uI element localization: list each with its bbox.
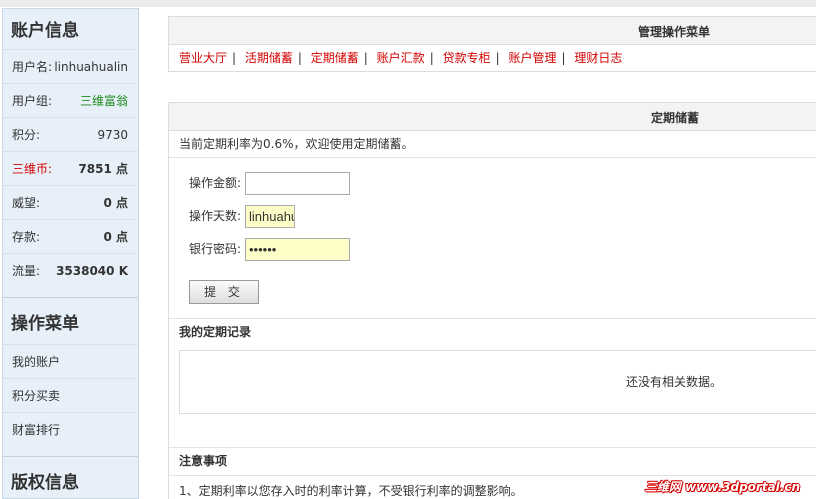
prestige-label: 威望: (12, 196, 41, 210)
records-title: 我的定期记录 (179, 325, 252, 339)
submit-button[interactable]: 提 交 (189, 280, 259, 304)
nav-link-lobby[interactable]: 营业大厅 (179, 51, 227, 65)
nav-link-fixed-deposit[interactable]: 定期储蓄 (311, 51, 359, 65)
savings-label: 存款: (12, 230, 41, 244)
nav-links: 营业大厅 | 活期储蓄 | 定期储蓄 | 账户汇款 | 贷款专柜 | 账户管理 | 理财日志 (169, 45, 816, 71)
nav-separator: | (232, 51, 237, 65)
account-info-title: 账户信息 (11, 21, 79, 41)
records-empty-text: 还没有相关数据。 (626, 375, 723, 389)
rate-info: 当前定期利率为0.6%，欢迎使用定期储蓄。 (169, 131, 816, 158)
records-spacer (169, 414, 816, 448)
amount-row: 操作金额: (189, 172, 350, 195)
amount-input[interactable] (245, 172, 350, 195)
username-value: linhuahualin (54, 60, 128, 74)
nav-panel: 管理操作菜单 营业大厅 | 活期储蓄 | 定期储蓄 | 账户汇款 | 贷款专柜 | 账户管… (168, 16, 816, 72)
account-row-group: 用户组: 三维富翁 (3, 83, 138, 117)
savings-value: 0 点 (103, 230, 128, 244)
account-row-points: 积分: 9730 (3, 117, 138, 151)
nav-separator: | (297, 51, 302, 65)
coins-value: 7851 点 (78, 162, 128, 176)
account-row-coins: 三维币: 7851 点 (3, 151, 138, 185)
records-box: 还没有相关数据。 (179, 350, 816, 414)
copyright-title: 版权信息 (11, 473, 79, 493)
sidebar-gap-2 (3, 446, 138, 456)
nav-link-account-manage[interactable]: 账户管理 (508, 51, 556, 65)
operation-menu-title: 操作菜单 (11, 314, 79, 334)
nav-separator: | (495, 51, 500, 65)
account-row-prestige: 威望: 0 点 (3, 185, 138, 219)
password-row: 银行密码: •••••• (189, 238, 350, 261)
account-row-username: 用户名: linhuahualin (3, 49, 138, 83)
top-strip (0, 0, 816, 7)
group-value: 三维富翁 (79, 94, 128, 108)
sidebar: 账户信息 用户名: linhuahualin 用户组: 三维富翁 积分: 973… (2, 8, 139, 499)
sidebar-item-wealth-ranking[interactable]: 财富排行 (3, 412, 138, 446)
prestige-value: 0 点 (103, 196, 128, 210)
points-value: 9730 (97, 128, 128, 142)
nav-link-transfer[interactable]: 账户汇款 (377, 51, 425, 65)
traffic-value: 3538040 K (56, 264, 128, 278)
account-row-traffic: 流量: 3538040 K (3, 253, 138, 287)
amount-label: 操作金额: (189, 176, 242, 190)
account-row-savings: 存款: 0 点 (3, 219, 138, 253)
password-input[interactable]: •••••• (245, 238, 350, 261)
nav-link-demand-deposit[interactable]: 活期储蓄 (245, 51, 293, 65)
copyright-section: 版权信息 (3, 456, 138, 499)
sidebar-item-my-account[interactable]: 我的账户 (3, 344, 138, 378)
group-label: 用户组: (12, 94, 53, 108)
username-label: 用户名: (12, 60, 53, 74)
nav-link-finance-log[interactable]: 理财日志 (574, 51, 622, 65)
nav-panel-title: 管理操作菜单 (169, 17, 816, 45)
points-label: 积分: (12, 128, 41, 142)
deposit-form: 操作金额: 操作天数:linhuahualin 银行密码:•••••• 提 交 (169, 158, 816, 319)
nav-separator: | (561, 51, 566, 65)
notes-title: 注意事项 (179, 454, 228, 468)
watermark: 三维网 www.3dportal.cn (644, 480, 800, 494)
coins-label: 三维币: (12, 162, 53, 176)
nav-separator: | (363, 51, 368, 65)
deposit-panel: 定期储蓄 当前定期利率为0.6%，欢迎使用定期储蓄。 操作金额: 操作天数: li… (168, 102, 816, 499)
menu-section: 操作菜单 我的账户 积分买卖 财富排行 (3, 297, 138, 446)
main-content: 管理操作菜单 营业大厅 | 活期储蓄 | 定期储蓄 | 账户汇款 | 贷款专柜 | 账户管… (168, 16, 816, 499)
days-label: 操作天数: (189, 209, 242, 223)
days-input[interactable]: linhuahualin (245, 205, 295, 228)
traffic-label: 流量: (12, 264, 41, 278)
nav-link-loans[interactable]: 贷款专柜 (443, 51, 491, 65)
sidebar-item-points-trade[interactable]: 积分买卖 (3, 378, 138, 412)
deposit-panel-title: 定期储蓄 (169, 103, 816, 131)
nav-separator: | (429, 51, 434, 65)
password-label: 银行密码: (189, 242, 242, 256)
days-row: 操作天数:linhuahualin (189, 205, 295, 228)
